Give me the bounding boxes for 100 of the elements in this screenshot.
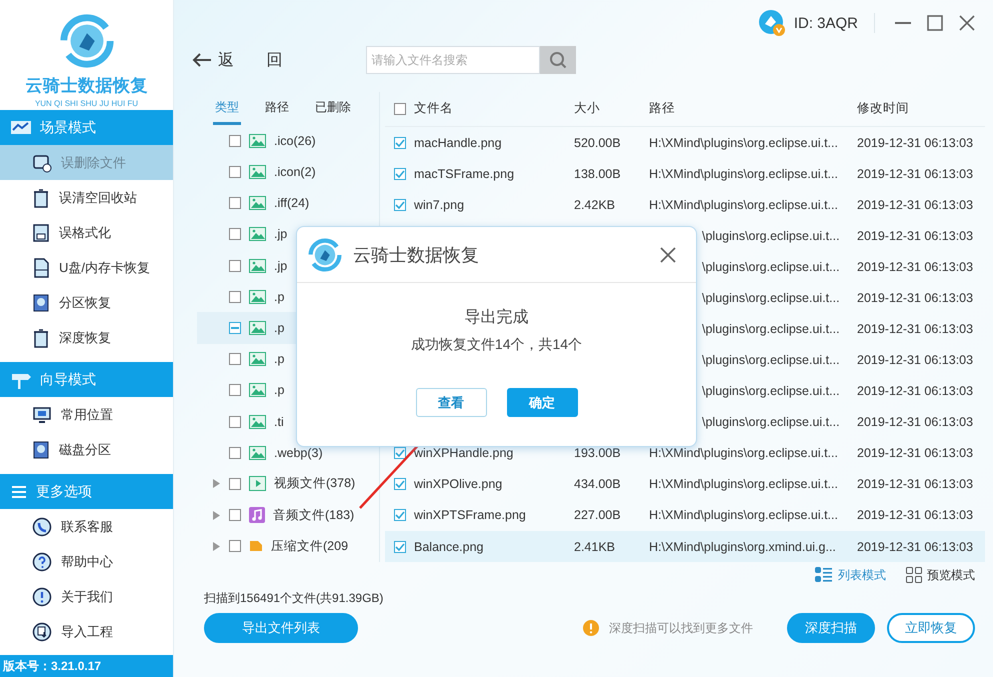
expand-icon[interactable]: [213, 542, 220, 551]
table-cell-text: H:\XMind\plugins\org.eclipse.ui.t...: [649, 446, 839, 460]
file-type-label: .p: [274, 352, 284, 366]
table-cell-text: \plugins\org.eclipse.ui.t...: [701, 260, 841, 274]
checkbox[interactable]: [229, 290, 241, 303]
view-mode-button[interactable]: 列表模式: [815, 566, 886, 584]
table-cell-text: Balance.png: [414, 540, 485, 554]
back-button[interactable]: 返 回: [192, 50, 296, 70]
sidebar-item[interactable]: 常用位置: [0, 397, 173, 432]
trash-icon: [32, 328, 50, 348]
checkbox[interactable]: [229, 446, 241, 459]
app-subtitle: YUN QI SHI SHU JU HUI FU: [34, 99, 138, 108]
table-cell-text: \plugins\org.eclipse.ui.t...: [701, 290, 841, 305]
checkbox[interactable]: [229, 134, 241, 147]
checkbox[interactable]: [229, 197, 241, 210]
sidebar-item[interactable]: 帮助中心: [0, 544, 173, 579]
table-cell-text: winXPHandle.png: [414, 446, 514, 460]
image-icon: [249, 164, 266, 179]
sidebar-item[interactable]: 关于我们: [0, 579, 173, 614]
sidebar-item[interactable]: 导入工程: [0, 614, 173, 649]
image-icon: [249, 227, 266, 242]
checkbox[interactable]: [394, 447, 406, 460]
table-cell-text: win7.png: [414, 198, 466, 212]
checkbox[interactable]: [229, 540, 241, 552]
sidebar-item[interactable]: U盘/内存卡恢复: [0, 250, 173, 285]
table-cell-text: 2019-12-31 06:13:03: [857, 477, 974, 492]
column-header: 大小: [574, 100, 601, 118]
table-cell-text: \plugins\org.eclipse.ui.t...: [701, 415, 841, 430]
maximize-icon: [927, 15, 943, 31]
checkbox[interactable]: [229, 322, 241, 334]
checkbox[interactable]: [229, 353, 241, 366]
file-type-label: .p: [274, 320, 284, 335]
table-cell-text: 193.00B: [574, 446, 622, 460]
arrow-left-icon: [192, 52, 212, 68]
column-header: 路径: [649, 100, 676, 118]
search-button[interactable]: [540, 46, 576, 74]
checkbox[interactable]: [394, 540, 406, 553]
table-cell-text: H:\XMind\plugins\org.eclipse.ui.t...: [649, 477, 839, 492]
trash-icon: [32, 188, 50, 208]
account-id: ID: 3AQR: [794, 14, 858, 32]
warning-icon: [583, 620, 599, 636]
image-icon: [249, 383, 266, 398]
sidebar-item[interactable]: 分区恢复: [0, 285, 173, 320]
image-icon: [249, 134, 266, 148]
search-icon: [549, 51, 568, 69]
sidebar-item[interactable]: 深度恢复: [0, 320, 173, 355]
checkbox[interactable]: [229, 166, 241, 178]
file-icon: [32, 152, 52, 172]
checkmark-icon: [395, 200, 405, 209]
table-cell-text: winXPOlive.png: [414, 477, 504, 492]
checkbox[interactable]: [229, 509, 241, 522]
table-cell-text: 2019-12-31 06:13:03: [857, 353, 974, 368]
file-type-label: .iff(24): [274, 196, 310, 210]
table-cell-text: 2019-12-31 06:13:03: [857, 260, 974, 274]
version-label: 版本号：3.21.0.17: [0, 655, 173, 677]
table-cell-text: 2019-12-31 06:13:03: [857, 446, 974, 460]
sidebar-item[interactable]: 误格式化: [0, 215, 173, 250]
image-icon: [249, 446, 266, 460]
table-cell-text: 227.00B: [574, 508, 622, 522]
checkbox[interactable]: [394, 102, 406, 115]
checkbox[interactable]: [394, 168, 406, 180]
table-cell-text: H:\XMind\plugins\org.eclipse.ui.t...: [649, 166, 839, 181]
checkbox[interactable]: [394, 478, 406, 490]
sidebar-item[interactable]: 误清空回收站: [0, 180, 173, 215]
sidebar-item[interactable]: 联系客服: [0, 509, 173, 544]
table-cell-text: 2019-12-31 06:13:03: [857, 228, 974, 243]
view-mode-button[interactable]: 预览模式: [906, 566, 975, 584]
checkbox[interactable]: [229, 384, 241, 396]
image-icon: [249, 290, 266, 304]
search-field[interactable]: 请输入文件名搜索: [366, 46, 540, 74]
filter-tab[interactable]: 路径: [263, 92, 291, 126]
dialog-title: 云骑士数据恢复: [353, 244, 480, 266]
phone-icon: [32, 516, 52, 536]
image-icon: [249, 196, 266, 210]
checkbox[interactable]: [229, 416, 241, 428]
checkbox[interactable]: [229, 228, 241, 240]
dialog-button[interactable]: 查看: [416, 388, 486, 417]
table-cell-text: 2019-12-31 06:13:03: [857, 290, 974, 305]
checkbox[interactable]: [229, 478, 241, 490]
file-type-label: 压缩文件(209: [271, 538, 348, 555]
checkbox[interactable]: [229, 260, 241, 272]
table-cell-text: macTSFrame.png: [414, 166, 516, 181]
filter-tab[interactable]: 已删除: [313, 92, 353, 126]
checkmark-icon: [395, 480, 405, 488]
list-icon: [815, 567, 833, 583]
checkbox[interactable]: [394, 509, 406, 522]
expand-icon[interactable]: [213, 479, 220, 488]
table-cell-text: H:\XMind\plugins\org.eclipse.ui.t...: [649, 198, 839, 212]
action-button[interactable]: 立即恢复: [887, 613, 975, 643]
table-cell-text: \plugins\org.eclipse.ui.t...: [701, 353, 841, 368]
table-cell-text: \plugins\org.eclipse.ui.t...: [701, 322, 841, 336]
table-row[interactable]: Balance.png 2.41KB H:\XMind\plugins\org.xmind.ui.g... 2019-12-31 06:13:03: [385, 531, 985, 562]
import-icon: [32, 622, 52, 642]
expand-icon[interactable]: [213, 510, 220, 520]
checkbox[interactable]: [394, 136, 406, 149]
checkbox[interactable]: [394, 198, 406, 211]
sidebar-item[interactable]: 磁盘分区: [0, 432, 173, 467]
dash-icon: [231, 326, 239, 329]
table-cell-text: 434.00B: [574, 477, 622, 492]
archive-icon: [249, 541, 263, 552]
